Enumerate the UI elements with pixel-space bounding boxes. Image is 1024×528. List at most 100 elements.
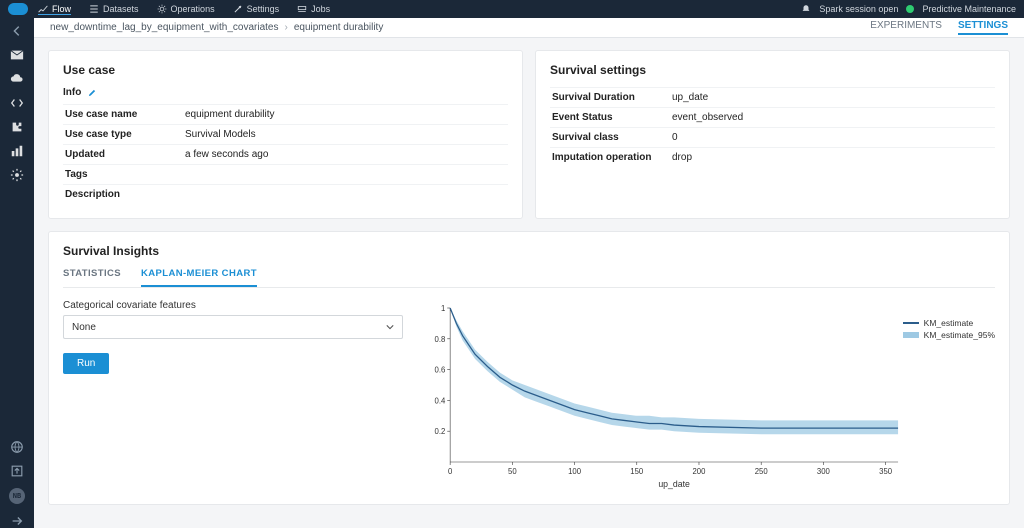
usecase-desc-value bbox=[183, 185, 508, 205]
chart-icon[interactable] bbox=[10, 144, 24, 158]
survival-class-value: 0 bbox=[670, 128, 995, 148]
breadcrumb-bar: new_downtime_lag_by_equipment_with_covar… bbox=[34, 18, 1024, 38]
notebook-badge[interactable]: NB bbox=[9, 488, 25, 504]
survival-title: Survival settings bbox=[550, 63, 995, 77]
arrow-right-icon[interactable] bbox=[10, 514, 24, 528]
mail-icon[interactable] bbox=[10, 48, 24, 62]
breadcrumb-current: equipment durability bbox=[294, 22, 384, 33]
usecase-type-value: Survival Models bbox=[183, 125, 508, 145]
svg-text:200: 200 bbox=[693, 467, 707, 476]
datasets-icon bbox=[89, 4, 99, 14]
breadcrumb-parent[interactable]: new_downtime_lag_by_equipment_with_covar… bbox=[50, 22, 278, 33]
svg-text:300: 300 bbox=[817, 467, 831, 476]
left-rail: NB bbox=[0, 18, 34, 528]
usecase-table: Use case nameequipment durability Use ca… bbox=[63, 104, 508, 204]
survival-class-key: Survival class bbox=[550, 128, 670, 148]
top-nav: Flow Datasets Operations Settings Jobs bbox=[38, 4, 330, 15]
nav-jobs[interactable]: Jobs bbox=[297, 4, 330, 14]
usecase-updated-key: Updated bbox=[63, 145, 183, 165]
svg-text:250: 250 bbox=[755, 467, 769, 476]
nav-settings-label: Settings bbox=[247, 4, 280, 14]
km-chart: 0.2 0.4 0.6 0.8 1 0 50 100 150 200 250 300 350 up_dat… bbox=[423, 300, 995, 490]
subtab-experiments[interactable]: EXPERIMENTS bbox=[870, 20, 942, 35]
nav-operations[interactable]: Operations bbox=[157, 4, 215, 14]
usecase-tags-key: Tags bbox=[63, 165, 183, 185]
usecase-name-key: Use case name bbox=[63, 105, 183, 125]
gear-icon[interactable] bbox=[10, 168, 24, 182]
survival-table: Survival Durationup_date Event Statuseve… bbox=[550, 87, 995, 167]
nav-jobs-label: Jobs bbox=[311, 4, 330, 14]
code-icon[interactable] bbox=[10, 96, 24, 110]
flow-icon bbox=[38, 4, 48, 14]
survival-duration-key: Survival Duration bbox=[550, 88, 670, 108]
tab-statistics[interactable]: STATISTICS bbox=[63, 268, 121, 287]
legend-line-label: KM_estimate bbox=[924, 318, 974, 328]
svg-text:50: 50 bbox=[508, 467, 517, 476]
nav-flow-label: Flow bbox=[52, 4, 71, 14]
nav-datasets-label: Datasets bbox=[103, 4, 139, 14]
svg-text:0.6: 0.6 bbox=[435, 365, 446, 374]
subtabs: EXPERIMENTS SETTINGS bbox=[870, 20, 1008, 35]
run-button[interactable]: Run bbox=[63, 353, 109, 374]
nav-operations-label: Operations bbox=[171, 4, 215, 14]
chevron-right-icon: › bbox=[284, 22, 287, 33]
puzzle-icon[interactable] bbox=[10, 120, 24, 134]
nav-flow[interactable]: Flow bbox=[38, 4, 71, 15]
usecase-updated-value: a few seconds ago bbox=[183, 145, 508, 165]
survival-card: Survival settings Survival Durationup_da… bbox=[535, 50, 1010, 219]
svg-text:0: 0 bbox=[448, 467, 453, 476]
covariate-label: Categorical covariate features bbox=[63, 300, 403, 311]
usecase-type-key: Use case type bbox=[63, 125, 183, 145]
survival-imputation-value: drop bbox=[670, 148, 995, 168]
svg-text:up_date: up_date bbox=[658, 479, 690, 489]
settings-icon bbox=[233, 4, 243, 14]
usecase-card: Use case Info Use case nameequipment dur… bbox=[48, 50, 523, 219]
project-label: Predictive Maintenance bbox=[922, 4, 1016, 14]
usecase-title: Use case bbox=[63, 63, 508, 77]
usecase-tags-value bbox=[183, 165, 508, 185]
svg-text:350: 350 bbox=[879, 467, 893, 476]
insights-title: Survival Insights bbox=[63, 244, 995, 258]
usecase-name-value: equipment durability bbox=[183, 105, 508, 125]
export-icon[interactable] bbox=[10, 464, 24, 478]
topbar-right: Spark session open Predictive Maintenanc… bbox=[801, 4, 1016, 14]
svg-text:150: 150 bbox=[630, 467, 644, 476]
jobs-icon bbox=[297, 4, 307, 14]
svg-text:0.8: 0.8 bbox=[435, 335, 446, 344]
svg-text:0.4: 0.4 bbox=[435, 396, 446, 405]
globe-icon[interactable] bbox=[10, 440, 24, 454]
chevron-left-icon[interactable] bbox=[10, 24, 24, 38]
bell-icon[interactable] bbox=[801, 4, 811, 14]
survival-status-key: Event Status bbox=[550, 108, 670, 128]
legend-area-icon bbox=[903, 332, 919, 338]
cloud-upload-icon[interactable] bbox=[10, 72, 24, 86]
svg-text:0.2: 0.2 bbox=[435, 427, 446, 436]
edit-icon[interactable] bbox=[87, 88, 97, 98]
nav-datasets[interactable]: Datasets bbox=[89, 4, 139, 14]
status-dot-icon bbox=[906, 5, 914, 13]
legend-area-label: KM_estimate_95% bbox=[924, 330, 995, 340]
logo bbox=[8, 3, 28, 15]
operations-icon bbox=[157, 4, 167, 14]
content: Use case Info Use case nameequipment dur… bbox=[34, 38, 1024, 528]
covariate-select[interactable]: None bbox=[63, 315, 403, 339]
tab-km-chart[interactable]: KAPLAN-MEIER CHART bbox=[141, 268, 257, 287]
km-controls: Categorical covariate features None Run bbox=[63, 300, 403, 490]
spark-status-label: Spark session open bbox=[819, 4, 898, 14]
svg-text:1: 1 bbox=[441, 304, 445, 313]
insights-card: Survival Insights STATISTICS KAPLAN-MEIE… bbox=[48, 231, 1010, 505]
topbar: Flow Datasets Operations Settings Jobs S… bbox=[0, 0, 1024, 18]
usecase-desc-key: Description bbox=[63, 185, 183, 205]
survival-duration-value: up_date bbox=[670, 88, 995, 108]
legend-line-icon bbox=[903, 322, 919, 324]
caret-down-icon bbox=[386, 323, 394, 331]
nav-settings[interactable]: Settings bbox=[233, 4, 280, 14]
survival-imputation-key: Imputation operation bbox=[550, 148, 670, 168]
km-legend: KM_estimate KM_estimate_95% bbox=[903, 318, 995, 342]
usecase-info-label: Info bbox=[63, 87, 81, 98]
insights-tabs: STATISTICS KAPLAN-MEIER CHART bbox=[63, 268, 995, 288]
survival-status-value: event_observed bbox=[670, 108, 995, 128]
svg-text:100: 100 bbox=[568, 467, 582, 476]
subtab-settings[interactable]: SETTINGS bbox=[958, 20, 1008, 35]
covariate-select-value: None bbox=[72, 322, 96, 333]
